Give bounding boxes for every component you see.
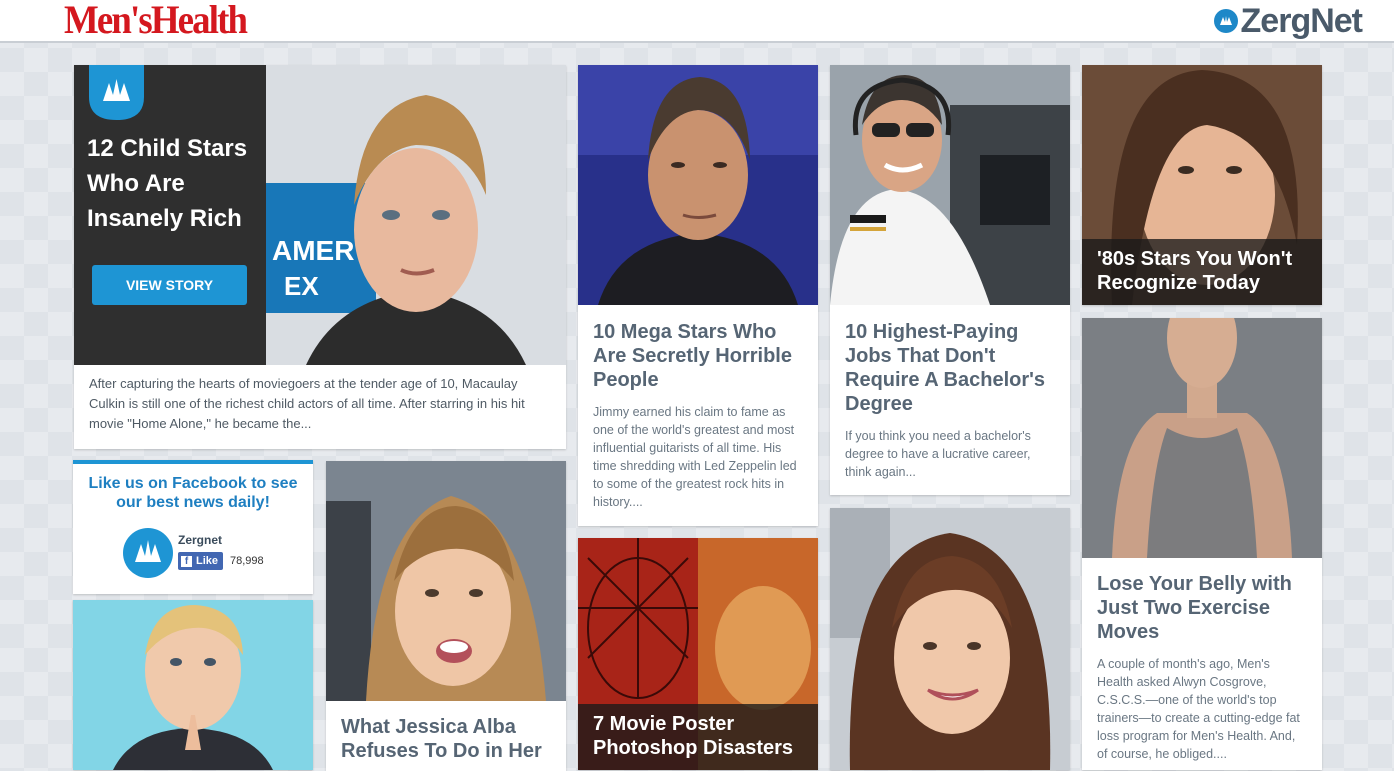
belly-card[interactable]: Lose Your Belly with Just Two Exercise M… — [1082, 318, 1322, 770]
zergnet-avatar-icon[interactable] — [123, 528, 173, 578]
top-bar: Men'sHealth ZergNet — [0, 0, 1394, 43]
sean-image[interactable] — [578, 65, 818, 305]
pilot-title[interactable]: 10 Highest-Paying Jobs That Don't Requir… — [845, 320, 1060, 416]
eighties-title[interactable]: '80s Stars You Won't Recognize Today — [1082, 239, 1322, 305]
mens-health-logo[interactable]: Men'sHealth — [64, 0, 248, 42]
poster-title[interactable]: 7 Movie Poster Photoshop Disasters — [578, 704, 818, 770]
pilot-image[interactable] — [830, 65, 1070, 305]
jessica-title[interactable]: What Jessica Alba Refuses To Do in Her — [341, 715, 556, 763]
zergnet-ribbon-icon — [89, 65, 144, 120]
belly-description: A couple of month's ago, Men's Health as… — [1097, 657, 1300, 761]
anna-card[interactable] — [830, 508, 1070, 770]
belly-title[interactable]: Lose Your Belly with Just Two Exercise M… — [1097, 572, 1312, 644]
sean-title[interactable]: 10 Mega Stars Who Are Secretly Horrible … — [593, 320, 808, 392]
zergnet-wordmark: ZergNet — [1240, 2, 1363, 40]
view-story-button[interactable]: VIEW STORY — [92, 265, 247, 305]
belly-image[interactable] — [1082, 318, 1322, 558]
featured-card[interactable]: 12 Child Stars Who Are Insanely Rich VIE… — [74, 65, 566, 449]
sean-description: Jimmy earned his claim to fame as one of… — [593, 405, 797, 509]
anna-image[interactable] — [830, 508, 1070, 770]
jessica-card[interactable]: What Jessica Alba Refuses To Do in Her — [326, 461, 566, 771]
pilot-card[interactable]: 10 Highest-Paying Jobs That Don't Requir… — [830, 65, 1070, 495]
facebook-like-button[interactable]: f Like — [178, 552, 224, 570]
eighties-card[interactable]: '80s Stars You Won't Recognize Today — [1082, 65, 1322, 305]
sean-card[interactable]: 10 Mega Stars Who Are Secretly Horrible … — [578, 65, 818, 526]
like-label: Like — [196, 555, 219, 567]
facebook-headline: Like us on Facebook to see our best news… — [88, 475, 298, 511]
zergnet-logo[interactable]: ZergNet — [1213, 2, 1363, 40]
facebook-f-icon: f — [181, 555, 192, 567]
nph-card[interactable] — [73, 600, 313, 770]
jessica-image[interactable] — [326, 461, 566, 701]
poster-card[interactable]: 7 Movie Poster Photoshop Disasters — [578, 538, 818, 770]
nph-image[interactable] — [73, 600, 313, 770]
facebook-widget: Like us on Facebook to see our best news… — [73, 460, 313, 594]
featured-image[interactable]: AMER EX — [266, 65, 566, 365]
featured-description: After capturing the hearts of moviegoers… — [89, 376, 525, 431]
like-count: 78,998 — [230, 555, 264, 567]
pilot-description: If you think you need a bachelor's degre… — [845, 429, 1031, 479]
sign-text-2: EX — [284, 271, 319, 301]
facebook-page-name[interactable]: Zergnet — [178, 533, 222, 547]
zergnet-badge-icon — [1213, 9, 1238, 33]
sign-text: AMER — [272, 235, 354, 266]
featured-title[interactable]: 12 Child Stars Who Are Insanely Rich — [87, 131, 257, 236]
